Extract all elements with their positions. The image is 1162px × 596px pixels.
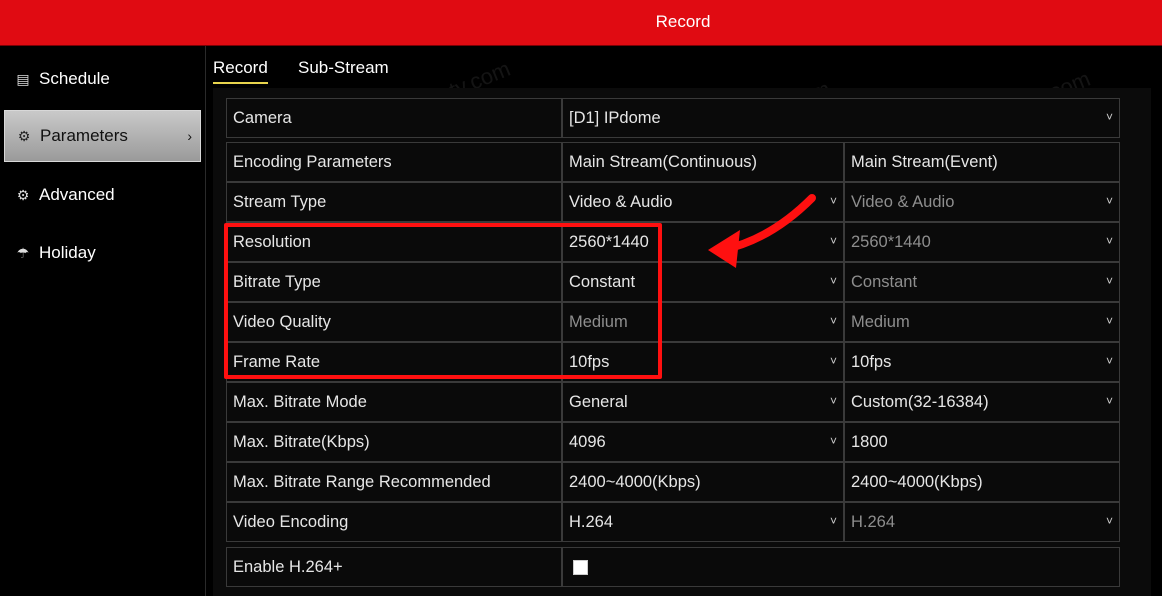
select-value: 2560*1440 <box>851 232 931 251</box>
sidebar-item-label: Schedule <box>39 69 110 88</box>
sidebar-item-label: Parameters <box>40 126 128 145</box>
sidebar-item-label: Advanced <box>39 185 115 204</box>
chevron-right-icon: › <box>187 128 192 144</box>
h264plus-label: Enable H.264+ <box>226 547 562 587</box>
gear-icon: ⚙ <box>17 127 31 144</box>
select-value: 10fps <box>851 352 892 371</box>
header-row: Encoding Parameters Main Stream(Continuo… <box>226 142 1120 182</box>
select-value: Constant <box>851 272 918 291</box>
chevron-down-icon: ˅ <box>829 354 837 368</box>
read-only-value: 2400~4000(Kbps) <box>851 472 983 491</box>
max-bitrate-mode-label: Max. Bitrate Mode <box>226 382 562 422</box>
red-arrow-icon <box>708 194 816 268</box>
sidebar: ▤ Schedule ⚙ Parameters › ⚙ Advanced ☂ H… <box>0 46 206 596</box>
select-value: Video & Audio <box>569 192 673 211</box>
chevron-down-icon: ˅ <box>1105 514 1113 528</box>
read-only-value: 2400~4000(Kbps) <box>569 472 701 491</box>
resolution-event-select[interactable]: 2560*1440 ˅ <box>844 222 1120 262</box>
select-value: H.264 <box>851 512 896 531</box>
sidebar-item-parameters[interactable]: ⚙ Parameters › <box>4 110 201 162</box>
bitrate-range-event-value: 2400~4000(Kbps) <box>844 462 1120 502</box>
chevron-down-icon: ˅ <box>829 194 837 208</box>
camera-select[interactable]: [D1] IPdome ˅ <box>562 98 1120 138</box>
video-encoding-label: Video Encoding <box>226 502 562 542</box>
select-value: Video & Audio <box>851 192 955 211</box>
chevron-down-icon: ˅ <box>1105 354 1113 368</box>
stream-type-label: Stream Type <box>226 182 562 222</box>
chevron-down-icon: ˅ <box>829 234 837 248</box>
h264plus-cell <box>562 547 1120 587</box>
chevron-down-icon: ˅ <box>829 314 837 328</box>
camera-row: Camera [D1] IPdome ˅ <box>226 98 1120 138</box>
tab-sub-stream[interactable]: Sub-Stream <box>298 58 389 82</box>
sidebar-item-label: Holiday <box>39 243 96 262</box>
max-bitrate-mode-main-select[interactable]: General ˅ <box>562 382 844 422</box>
select-value: Custom(32-16384) <box>851 392 989 411</box>
h264plus-row: Enable H.264+ <box>226 547 1120 587</box>
title-bar: Record <box>0 0 1162 46</box>
video-encoding-event-select[interactable]: H.264 ˅ <box>844 502 1120 542</box>
video-quality-event-select[interactable]: Medium ˅ <box>844 302 1120 342</box>
sidebar-item-advanced[interactable]: ⚙ Advanced <box>4 169 201 221</box>
window-title: Record <box>655 12 711 31</box>
bitrate-range-label: Max. Bitrate Range Recommended <box>226 462 562 502</box>
chevron-down-icon: ˅ <box>1105 194 1113 208</box>
advanced-gear-icon: ⚙ <box>16 186 30 203</box>
main-stream-continuous-header: Main Stream(Continuous) <box>562 142 844 182</box>
sidebar-item-holiday[interactable]: ☂ Holiday <box>4 227 201 279</box>
input-value: 1800 <box>851 432 888 451</box>
sidebar-item-schedule[interactable]: ▤ Schedule <box>4 53 201 105</box>
camera-label: Camera <box>226 98 562 138</box>
table-row: Stream Type Video & Audio ˅ Video & Audi… <box>226 182 1120 222</box>
chevron-down-icon: ˅ <box>1105 110 1113 124</box>
stream-type-event-select[interactable]: Video & Audio ˅ <box>844 182 1120 222</box>
frame-rate-event-select[interactable]: 10fps ˅ <box>844 342 1120 382</box>
umbrella-icon: ☂ <box>16 244 30 261</box>
table-row: Max. Bitrate Range Recommended 2400~4000… <box>226 462 1120 502</box>
max-bitrate-label: Max. Bitrate(Kbps) <box>226 422 562 462</box>
table-row: Video Encoding H.264 ˅ H.264 ˅ <box>226 502 1120 542</box>
highlight-box <box>224 223 662 379</box>
chevron-down-icon: ˅ <box>829 514 837 528</box>
video-encoding-main-select[interactable]: H.264 ˅ <box>562 502 844 542</box>
max-bitrate-main-select[interactable]: 4096 ˅ <box>562 422 844 462</box>
chevron-down-icon: ˅ <box>829 434 837 448</box>
chevron-down-icon: ˅ <box>1105 234 1113 248</box>
h264plus-checkbox[interactable] <box>573 559 588 575</box>
chevron-down-icon: ˅ <box>829 274 837 288</box>
calendar-icon: ▤ <box>16 70 30 87</box>
select-value: H.264 <box>569 512 614 531</box>
chevron-down-icon: ˅ <box>829 394 837 408</box>
chevron-down-icon: ˅ <box>1105 394 1113 408</box>
select-value: General <box>569 392 628 411</box>
max-bitrate-event-input[interactable]: 1800 <box>844 422 1120 462</box>
tab-record[interactable]: Record <box>213 58 268 84</box>
table-row: Max. Bitrate Mode General ˅ Custom(32-16… <box>226 382 1120 422</box>
encoding-parameters-header: Encoding Parameters <box>226 142 562 182</box>
main-stream-event-header: Main Stream(Event) <box>844 142 1120 182</box>
bitrate-type-event-select[interactable]: Constant ˅ <box>844 262 1120 302</box>
chevron-down-icon: ˅ <box>1105 314 1113 328</box>
bitrate-range-main-value: 2400~4000(Kbps) <box>562 462 844 502</box>
camera-value: [D1] IPdome <box>569 108 661 127</box>
chevron-down-icon: ˅ <box>1105 274 1113 288</box>
select-value: Medium <box>851 312 910 331</box>
max-bitrate-mode-event-select[interactable]: Custom(32-16384) ˅ <box>844 382 1120 422</box>
table-row: Max. Bitrate(Kbps) 4096 ˅ 1800 <box>226 422 1120 462</box>
select-value: 4096 <box>569 432 606 451</box>
